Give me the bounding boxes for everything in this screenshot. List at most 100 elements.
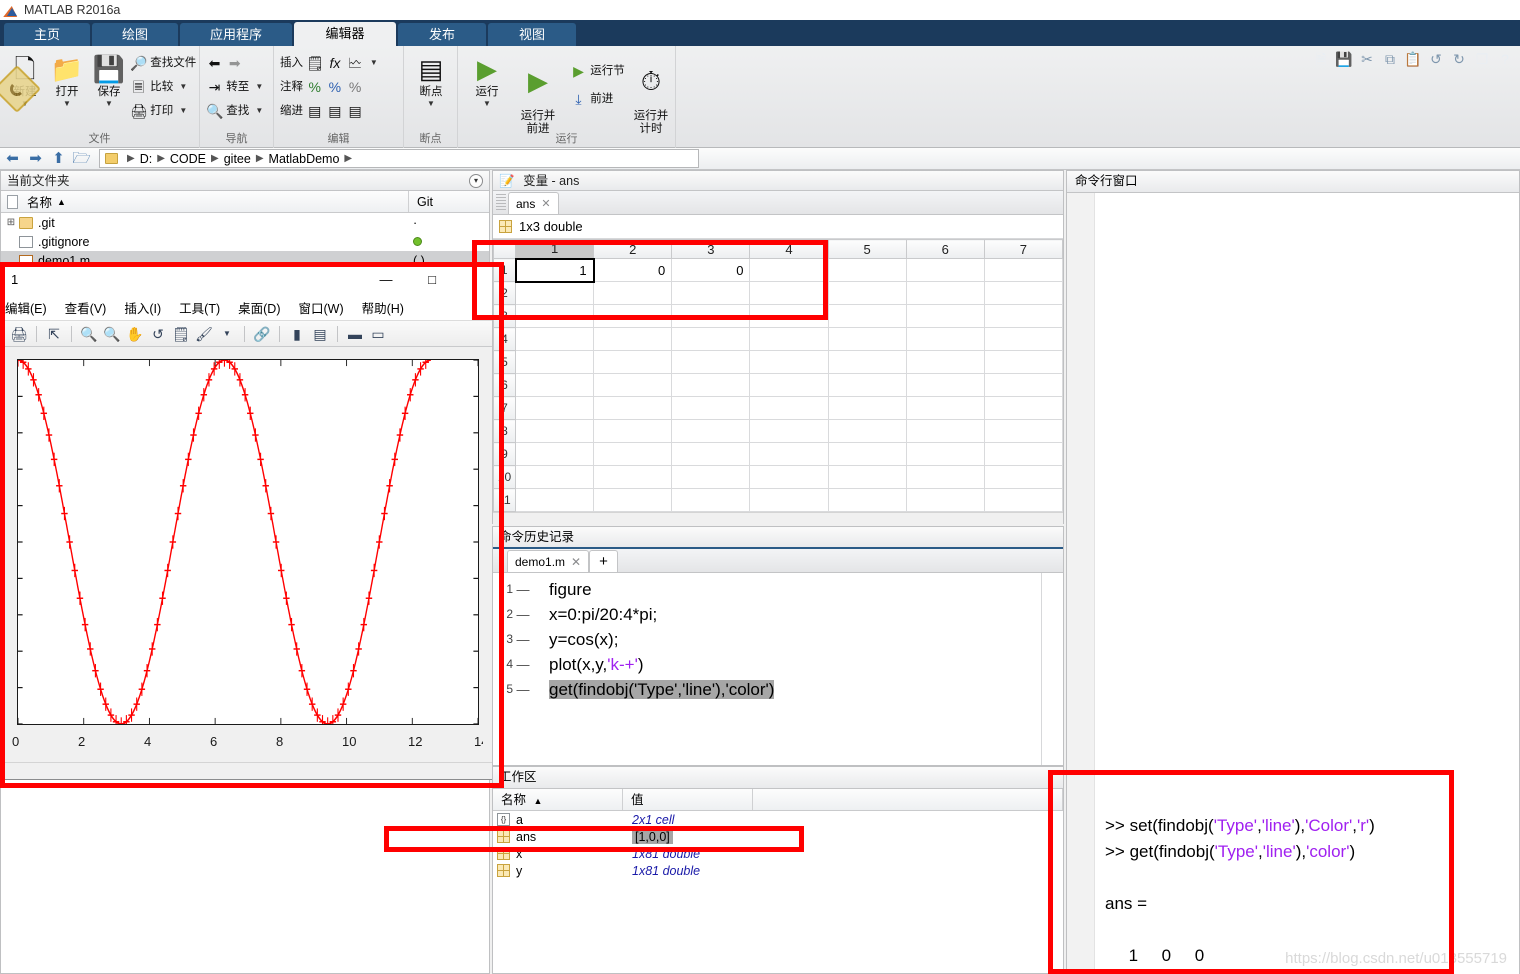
table-cell[interactable] <box>905 419 985 443</box>
scroll-left-icon[interactable]: ‹ <box>493 515 509 526</box>
table-cell[interactable] <box>983 304 1064 328</box>
column-header-name[interactable]: 名称 ▲ <box>493 789 623 810</box>
table-cell[interactable] <box>514 442 595 466</box>
breakpoint-mark[interactable]: — <box>515 627 531 652</box>
table-cell[interactable] <box>514 373 595 397</box>
table-cell[interactable] <box>514 465 595 489</box>
maximize-button[interactable]: □ <box>419 271 445 289</box>
zoom-out-icon[interactable]: 🔍 <box>102 324 122 344</box>
zoom-in-icon[interactable]: 🔍 <box>79 324 99 344</box>
table-row[interactable]: 11 <box>493 488 1064 512</box>
chevron-down-icon[interactable]: ▼ <box>408 99 454 108</box>
table-cell[interactable] <box>827 350 907 374</box>
table-cell[interactable] <box>749 304 829 328</box>
table-cell[interactable] <box>827 465 907 489</box>
chevron-down-icon[interactable]: ▼ <box>370 58 378 67</box>
tab-apps[interactable]: 应用程序 <box>180 23 292 46</box>
chevron-down-icon[interactable]: ▼ <box>44 99 90 108</box>
list-item[interactable]: ⊞ .git · <box>1 213 489 232</box>
menu-window[interactable]: 窗口(W) <box>298 298 343 317</box>
chevron-down-icon[interactable]: ▼ <box>86 99 132 108</box>
table-row[interactable]: 3 <box>493 304 1064 328</box>
table-cell[interactable] <box>671 396 751 420</box>
table-cell[interactable] <box>827 442 907 466</box>
column-header-2[interactable]: 2 <box>593 239 673 259</box>
table-cell[interactable] <box>749 442 829 466</box>
table-row[interactable]: y 1x81 double <box>493 862 1063 879</box>
menu-edit[interactable]: 编辑(E) <box>5 298 47 317</box>
table-cell[interactable] <box>827 396 907 420</box>
rotate-3d-icon[interactable]: ↺ <box>148 324 168 344</box>
link-plot-icon[interactable]: 🔗 <box>252 324 272 344</box>
table-row[interactable]: 2 <box>493 281 1064 305</box>
table-row[interactable]: ans [1,0,0] <box>493 828 1063 845</box>
table-cell[interactable] <box>905 304 985 328</box>
table-cell[interactable] <box>827 304 907 328</box>
table-cell[interactable] <box>827 281 907 305</box>
table-cell[interactable] <box>671 465 751 489</box>
table-cell[interactable] <box>593 327 673 351</box>
table-cell[interactable] <box>905 258 985 282</box>
code-line[interactable]: get(findobj('Type','line'),'color') <box>549 677 1041 702</box>
goto-button[interactable]: ⇥ 转至 ▼ <box>206 76 264 98</box>
table-cell[interactable] <box>905 442 985 466</box>
table-cell[interactable] <box>749 419 829 443</box>
table-cell[interactable] <box>749 465 829 489</box>
table-cell[interactable] <box>749 396 829 420</box>
table-cell[interactable]: 0 <box>671 258 751 282</box>
new-tab-button[interactable]: + <box>589 550 618 572</box>
code-line[interactable]: plot(x,y,'k-+') <box>549 652 1041 677</box>
table-cell[interactable] <box>514 419 595 443</box>
legend-icon[interactable]: ▤ <box>310 324 330 344</box>
cut-icon[interactable]: ✂ <box>1358 50 1376 68</box>
breadcrumb-item-code[interactable]: CODE <box>170 152 206 166</box>
breakpoint-mark[interactable]: — <box>515 602 531 627</box>
back-arrow-icon[interactable]: ⬅ <box>3 149 22 168</box>
table-cell[interactable] <box>905 488 985 512</box>
table-cell[interactable] <box>905 396 985 420</box>
table-row[interactable]: 5 <box>493 350 1064 374</box>
editor-tab-demo1[interactable]: demo1.m ✕ <box>507 550 590 572</box>
table-cell[interactable] <box>905 327 985 351</box>
close-icon[interactable]: ✕ <box>541 197 550 210</box>
menu-insert[interactable]: 插入(I) <box>124 298 161 317</box>
help-icon[interactable]: ? <box>1496 50 1514 68</box>
table-row[interactable]: x 1x81 double <box>493 845 1063 862</box>
chevron-down-icon[interactable]: ▼ <box>217 324 237 344</box>
command-window-text[interactable]: >> set(findobj('Type','line'),'Color','r… <box>1095 193 1519 974</box>
table-cell[interactable] <box>749 488 829 512</box>
breakpoint-gutter[interactable]: — — — — — <box>515 573 531 765</box>
up-folder-icon[interactable]: ⬆ <box>49 149 68 168</box>
indent-button[interactable]: 缩进 ▤ ▤ ▤ <box>280 100 364 122</box>
table-cell[interactable] <box>827 373 907 397</box>
table-cell[interactable] <box>749 350 829 374</box>
table-cell[interactable] <box>671 281 751 305</box>
run-button[interactable]: ▶ 运行 ▼ <box>464 52 510 108</box>
editor-body[interactable]: 12345 — — — — — figure x=0:pi/20:4*pi; y=cos(x… <box>493 573 1063 765</box>
table-cell[interactable] <box>671 350 751 374</box>
table-cell[interactable] <box>593 442 673 466</box>
breakpoint-mark[interactable]: — <box>515 677 531 702</box>
table-cell[interactable] <box>514 488 595 512</box>
table-row[interactable]: 4 <box>493 327 1064 351</box>
table-cell[interactable]: 1 <box>514 257 595 283</box>
code-line[interactable]: figure <box>549 577 1041 602</box>
column-header-6[interactable]: 6 <box>905 239 985 259</box>
new-script-icon[interactable]: 🗎 <box>1312 50 1330 68</box>
advance-button[interactable]: ⤓ 前进 <box>570 88 613 110</box>
comment-button[interactable]: 注释 % % % <box>280 76 364 98</box>
table-cell[interactable] <box>593 304 673 328</box>
table-cell[interactable] <box>514 327 595 351</box>
table-cell[interactable] <box>671 442 751 466</box>
insert-button[interactable]: 插入 🗒 fx 🗠 ▼ <box>280 52 378 74</box>
breakpoint-mark[interactable]: — <box>515 577 531 602</box>
breadcrumb-item-matlabdemo[interactable]: MatlabDemo <box>269 152 340 166</box>
compare-button[interactable]: 🗏 比较 ▼ <box>130 76 187 98</box>
variable-tab-ans[interactable]: ans ✕ <box>508 192 559 214</box>
table-cell[interactable] <box>983 419 1064 443</box>
table-cell[interactable] <box>671 373 751 397</box>
variable-grid[interactable]: 1234567 1 1 0 0 2 3 4 5 6 7 8 9 10 11 <box>493 239 1064 512</box>
table-row[interactable]: {} a 2x1 cell <box>493 811 1063 828</box>
column-header-1[interactable]: 1 <box>514 239 595 259</box>
print-button[interactable]: 🖨 打印 ▼ <box>130 100 187 122</box>
